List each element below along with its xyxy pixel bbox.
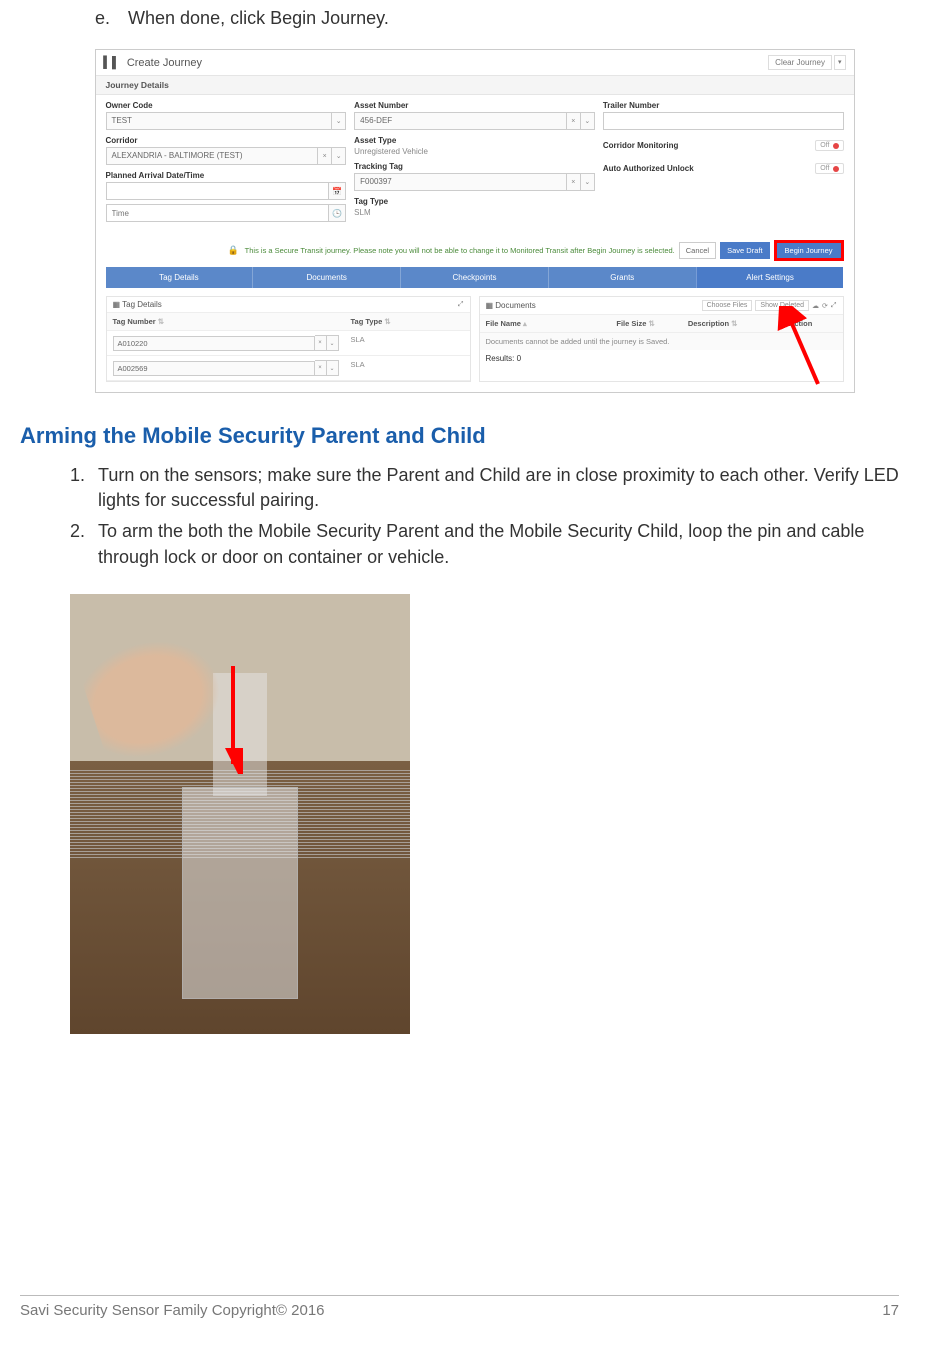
app-logo-icon: ▍▌ — [104, 56, 120, 69]
tab-alert-settings[interactable]: Alert Settings — [696, 267, 844, 288]
grid-icon: ▦ — [486, 301, 496, 310]
step-marker: 1. — [70, 463, 98, 513]
trailer-number-input[interactable] — [603, 112, 844, 130]
tab-grants[interactable]: Grants — [548, 267, 696, 288]
asset-number-input[interactable]: 456-DEF — [354, 112, 567, 130]
clear-journey-caret[interactable]: ▾ — [834, 55, 846, 70]
refresh-icon[interactable]: ⟳ — [822, 302, 828, 310]
tab-tag-details[interactable]: Tag Details — [106, 267, 253, 288]
create-journey-screenshot: ▍▌ Create Journey Clear Journey ▾ Journe… — [95, 49, 855, 393]
col-file-name: File Name ▴ — [480, 315, 611, 332]
corridor-select[interactable]: ALEXANDRIA - BALTIMORE (TEST) — [106, 147, 319, 165]
status-dot-icon — [833, 166, 839, 172]
tag-type-cell: SLA — [345, 331, 470, 355]
section-heading: Arming the Mobile Security Parent and Ch… — [20, 423, 899, 449]
clear-icon[interactable]: × — [567, 112, 581, 130]
down-arrow-icon — [223, 664, 243, 774]
toggle-state-text: Off — [820, 165, 829, 172]
chevron-down-icon[interactable]: ⌄ — [581, 112, 595, 130]
tracking-tag-select[interactable]: F000397 — [354, 173, 567, 191]
asset-number-label: Asset Number — [354, 101, 595, 110]
documents-results-count: Results: 0 — [480, 350, 843, 367]
tab-checkpoints[interactable]: Checkpoints — [400, 267, 548, 288]
owner-code-select[interactable]: TEST — [106, 112, 333, 130]
table-row: A002569 × ⌄ SLA — [107, 356, 470, 381]
toggle-state-text: Off — [820, 142, 829, 149]
device-photo — [70, 594, 410, 1034]
status-dot-icon — [833, 143, 839, 149]
tag-details-panel: ▦ Tag Details ⤢ Tag Number ⇅ Tag Type ⇅ … — [106, 296, 471, 382]
tag-type-cell: SLA — [345, 356, 470, 380]
planned-arrival-label: Planned Arrival Date/Time — [106, 171, 347, 180]
table-row: A010220 × ⌄ SLA — [107, 331, 470, 356]
app-title: ▍▌ Create Journey — [104, 56, 203, 69]
page-footer: Savi Security Sensor Family Copyright© 2… — [20, 1295, 899, 1319]
cloud-icon[interactable]: ☁ — [812, 302, 819, 310]
chevron-down-icon[interactable]: ⌄ — [332, 147, 346, 165]
asset-type-label: Asset Type — [354, 136, 595, 145]
clear-icon[interactable]: × — [315, 360, 327, 376]
clear-journey-button[interactable]: Clear Journey — [768, 55, 832, 70]
tag-type-value: SLM — [354, 208, 595, 217]
choose-files-button[interactable]: Choose Files — [702, 300, 753, 311]
step-e-marker: e. — [95, 8, 123, 29]
col-action: Action — [783, 315, 843, 332]
corridor-monitoring-toggle[interactable]: Off — [815, 140, 843, 151]
step-e-line: e. When done, click Begin Journey. — [95, 8, 899, 29]
list-item: 1. Turn on the sensors; make sure the Pa… — [70, 463, 899, 513]
chevron-down-icon[interactable]: ⌄ — [581, 173, 595, 191]
list-item: 2. To arm the both the Mobile Security P… — [70, 519, 899, 569]
planned-date-input[interactable] — [106, 182, 330, 200]
chevron-down-icon[interactable]: ⌄ — [332, 112, 346, 130]
save-draft-button[interactable]: Save Draft — [720, 242, 769, 259]
asset-type-value: Unregistered Vehicle — [354, 147, 595, 156]
footer-copyright: Savi Security Sensor Family Copyright© 2… — [20, 1302, 325, 1319]
show-deleted-button[interactable]: Show Deleted — [755, 300, 809, 311]
tag-number-input[interactable]: A010220 — [113, 336, 315, 351]
journey-details-header: Journey Details — [96, 76, 854, 95]
lock-icon: 🔒 — [227, 245, 238, 256]
secure-transit-notice: This is a Secure Transit journey. Please… — [245, 246, 675, 255]
begin-journey-button[interactable]: Begin Journey — [774, 240, 844, 261]
tab-documents[interactable]: Documents — [252, 267, 400, 288]
tag-number-input[interactable]: A002569 — [113, 361, 315, 376]
step-e-text: When done, click Begin Journey. — [128, 8, 389, 28]
col-tag-type: Tag Type ⇅ — [345, 313, 470, 330]
clock-icon[interactable]: 🕒 — [329, 204, 346, 222]
expand-icon[interactable]: ⤢ — [458, 301, 464, 309]
chevron-down-icon[interactable]: ⌄ — [327, 360, 339, 376]
clear-icon[interactable]: × — [567, 173, 581, 191]
app-title-text: Create Journey — [127, 57, 202, 69]
corridor-monitoring-label: Corridor Monitoring — [603, 141, 679, 150]
documents-empty-message: Documents cannot be added until the jour… — [480, 333, 843, 350]
planned-time-input[interactable] — [106, 204, 330, 222]
step-marker: 2. — [70, 519, 98, 569]
col-tag-number: Tag Number ⇅ — [107, 313, 345, 330]
footer-page-number: 17 — [882, 1302, 899, 1319]
step-text: Turn on the sensors; make sure the Paren… — [98, 463, 899, 513]
clear-icon[interactable]: × — [315, 335, 327, 351]
expand-icon[interactable]: ⤢ — [831, 302, 837, 310]
col-description: Description ⇅ — [682, 315, 783, 332]
chevron-down-icon[interactable]: ⌄ — [327, 335, 339, 351]
grid-icon: ▦ — [113, 300, 123, 309]
documents-panel: ▦ Documents Choose Files Show Deleted ☁ … — [479, 296, 844, 382]
tag-panel-title: Tag Details — [122, 300, 162, 309]
trailer-number-label: Trailer Number — [603, 101, 844, 110]
owner-code-label: Owner Code — [106, 101, 347, 110]
auto-unlock-toggle[interactable]: Off — [815, 163, 843, 174]
clear-icon[interactable]: × — [318, 147, 332, 165]
corridor-label: Corridor — [106, 136, 347, 145]
auto-unlock-label: Auto Authorized Unlock — [603, 164, 694, 173]
calendar-icon[interactable]: 📅 — [329, 182, 346, 200]
tracking-tag-label: Tracking Tag — [354, 162, 595, 171]
tag-type-label: Tag Type — [354, 197, 595, 206]
documents-panel-title: Documents — [495, 301, 535, 310]
step-text: To arm the both the Mobile Security Pare… — [98, 519, 899, 569]
cancel-button[interactable]: Cancel — [679, 242, 716, 259]
col-file-size: File Size ⇅ — [610, 315, 681, 332]
